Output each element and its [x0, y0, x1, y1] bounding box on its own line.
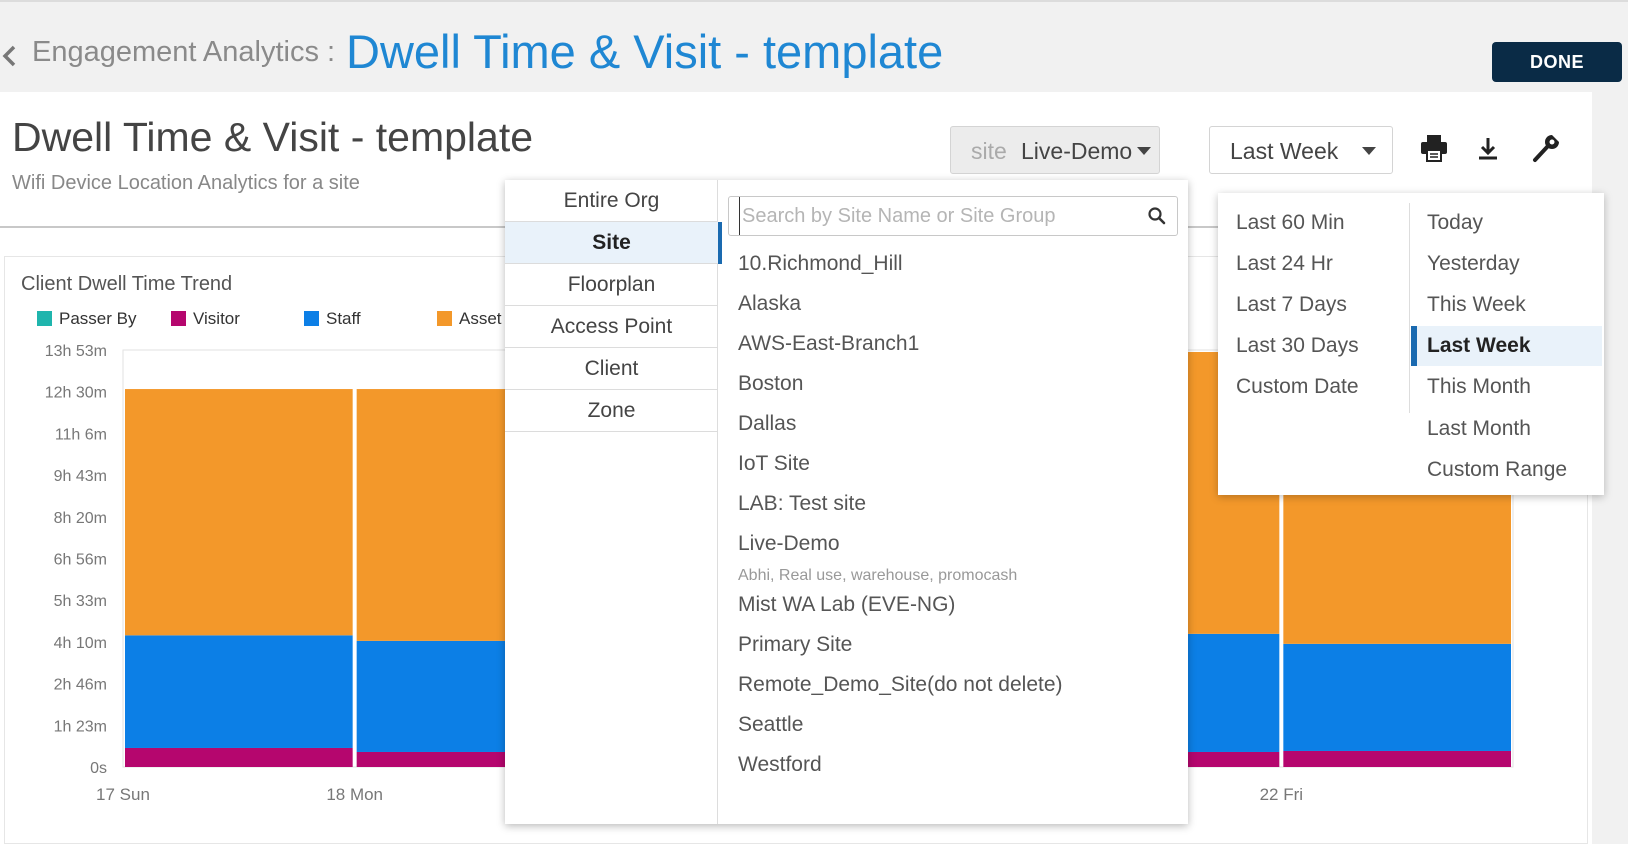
site-selector-value: Live-Demo	[1021, 138, 1133, 164]
site-list-item[interactable]: Mist WA Lab (EVE-NG)	[738, 593, 955, 617]
x-tick-label: 18 Mon	[326, 785, 383, 804]
y-tick-label: 1h 23m	[54, 718, 107, 735]
done-button[interactable]: DONE	[1492, 42, 1622, 82]
site-group-tags: Abhi, Real use, warehouse, promocash	[738, 567, 1018, 584]
caret-down-icon	[1362, 147, 1376, 155]
site-list-item[interactable]: Boston	[738, 372, 803, 396]
y-tick-label: 13h 53m	[45, 343, 107, 360]
time-range-value: Last Week	[1230, 138, 1339, 164]
y-tick-label: 12h 30m	[45, 385, 107, 402]
wrench-icon[interactable]	[1530, 132, 1562, 164]
y-tick-label: 9h 43m	[54, 468, 107, 485]
site-selector-label: site	[971, 138, 1007, 164]
site-list-item[interactable]: Remote_Demo_Site(do not delete)	[738, 673, 1063, 697]
back-chevron-icon[interactable]	[0, 42, 22, 70]
time-option-last-30-days[interactable]: Last 30 Days	[1236, 326, 1359, 366]
time-option-custom-range[interactable]: Custom Range	[1427, 450, 1567, 490]
time-option-last-60-min[interactable]: Last 60 Min	[1236, 203, 1345, 243]
caret-down-icon	[1137, 147, 1151, 155]
site-list-item[interactable]: Live-Demo	[738, 532, 840, 556]
site-list-item[interactable]: Primary Site	[738, 633, 852, 657]
page-title: Dwell Time & Visit - template	[346, 25, 944, 78]
time-range-dropdown: Last 60 Min Last 24 Hr Last 7 Days Last …	[1218, 193, 1604, 495]
report-title: Dwell Time & Visit - template	[12, 114, 534, 160]
bar-segment	[125, 747, 353, 767]
scope-dropdown: Entire Org Site Floorplan Access Point C…	[505, 180, 1188, 824]
scope-item-entire-org[interactable]: Entire Org	[505, 180, 718, 222]
time-option-yesterday[interactable]: Yesterday	[1427, 244, 1520, 284]
y-tick-label: 8h 20m	[54, 510, 107, 527]
time-option-last-month[interactable]: Last Month	[1427, 409, 1531, 449]
y-tick-label: 2h 46m	[54, 677, 107, 694]
site-search-input[interactable]	[739, 197, 1139, 235]
scope-item-site[interactable]: Site	[505, 222, 722, 264]
site-list-item[interactable]: 10.Richmond_Hill	[738, 252, 903, 276]
print-icon[interactable]	[1418, 132, 1450, 164]
site-list-item[interactable]: Alaska	[738, 292, 801, 316]
site-list-item[interactable]: LAB: Test site	[738, 492, 866, 516]
breadcrumb[interactable]: Engagement Analytics :	[32, 36, 335, 69]
time-option-this-week[interactable]: This Week	[1427, 285, 1526, 325]
site-selector[interactable]: site Live-Demo	[950, 126, 1160, 174]
scope-item-zone[interactable]: Zone	[505, 390, 718, 432]
bar-segment	[125, 635, 353, 748]
scope-list: Entire Org Site Floorplan Access Point C…	[505, 180, 722, 824]
y-tick-label: 4h 10m	[54, 635, 107, 652]
time-range-selector[interactable]: Last Week	[1209, 126, 1393, 174]
time-option-last-24-hr[interactable]: Last 24 Hr	[1236, 244, 1333, 284]
bar-segment	[125, 389, 353, 636]
y-tick-label: 0s	[90, 760, 107, 777]
site-list-item[interactable]: AWS-East-Branch1	[738, 332, 919, 356]
download-icon[interactable]	[1472, 132, 1504, 164]
site-list-item[interactable]: IoT Site	[738, 452, 810, 476]
time-option-last-7-days[interactable]: Last 7 Days	[1236, 285, 1347, 325]
bar-segment	[1283, 750, 1511, 767]
report-subtitle: Wifi Device Location Analytics for a sit…	[12, 172, 360, 194]
time-option-this-month[interactable]: This Month	[1427, 367, 1531, 407]
column-divider	[1409, 203, 1410, 413]
y-tick-label: 5h 33m	[54, 593, 107, 610]
y-tick-label: 6h 56m	[54, 552, 107, 569]
y-tick-label: 11h 6m	[55, 426, 107, 443]
time-option-today[interactable]: Today	[1427, 203, 1483, 243]
x-tick-label: 22 Fri	[1260, 785, 1303, 804]
search-icon[interactable]	[1147, 206, 1167, 226]
site-list-item[interactable]: Seattle	[738, 713, 803, 737]
scope-item-floorplan[interactable]: Floorplan	[505, 264, 718, 306]
top-header: Engagement Analytics : Dwell Time & Visi…	[0, 0, 1628, 92]
site-list-item[interactable]: Westford	[738, 753, 822, 777]
scope-item-client[interactable]: Client	[505, 348, 718, 390]
x-tick-label: 17 Sun	[96, 785, 150, 804]
site-list-item[interactable]: Dallas	[738, 412, 796, 436]
scope-item-access-point[interactable]: Access Point	[505, 306, 718, 348]
site-search-box	[728, 196, 1178, 236]
time-option-last-week[interactable]: Last Week	[1411, 326, 1602, 366]
bar-segment	[1283, 643, 1511, 751]
time-option-custom-date[interactable]: Custom Date	[1236, 367, 1359, 407]
